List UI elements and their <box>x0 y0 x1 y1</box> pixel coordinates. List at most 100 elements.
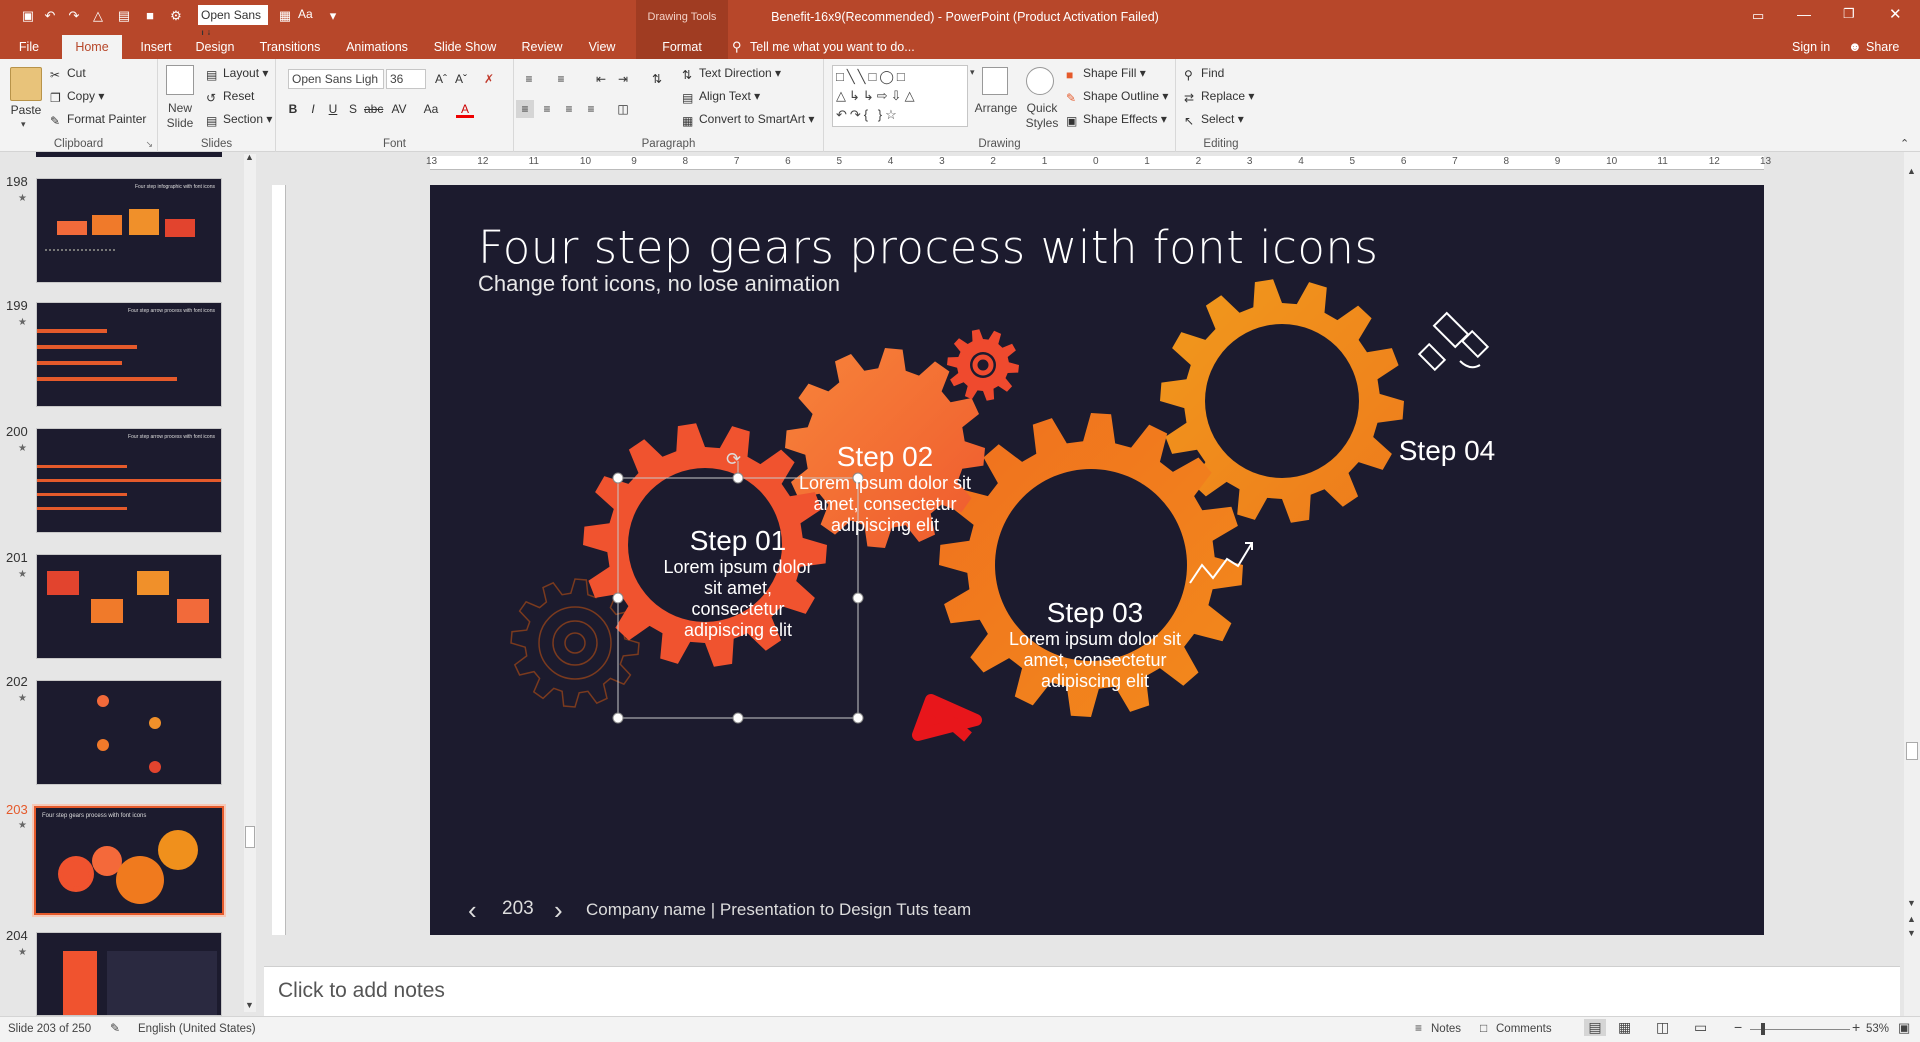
tab-transitions[interactable]: Transitions <box>252 35 328 59</box>
small-gear[interactable] <box>947 329 1019 401</box>
new-slide-icon[interactable] <box>166 65 194 95</box>
editor-scrollbar[interactable]: ▲ ▼ ▲ ▼ <box>1904 152 1920 1016</box>
reset-button[interactable]: ↺ Reset <box>206 86 254 106</box>
quick-styles-button-line2[interactable]: Styles <box>1020 116 1064 130</box>
quick-styles-button[interactable]: Quick <box>1020 101 1064 115</box>
align-center-icon[interactable]: ≡ <box>538 100 556 118</box>
scroll-up-icon[interactable]: ▲ <box>1907 166 1916 176</box>
shapes-icon[interactable]: △ <box>90 8 106 24</box>
bold-icon[interactable]: B <box>284 100 302 118</box>
step-02-text[interactable]: Step 02 Lorem ipsum dolor sit amet, cons… <box>760 441 1010 536</box>
zoom-slider-thumb[interactable] <box>1761 1023 1765 1035</box>
thumbnail-slide-203[interactable]: Four step gears process with font icons <box>34 806 224 915</box>
share-button[interactable]: Share <box>1866 40 1899 54</box>
step-04-title[interactable]: Step 04 <box>1362 435 1532 467</box>
shapes-gallery[interactable]: □╲╲□◯□ △↳↳⇨⇩△ ↶↷{ }☆ <box>832 65 968 127</box>
layout-button[interactable]: ▤ Layout ▾ <box>206 63 268 83</box>
step-01-text[interactable]: Step 01 Lorem ipsum dolor sit amet, cons… <box>628 525 848 641</box>
slide-sorter-icon[interactable]: ▦ <box>1618 1019 1631 1036</box>
char-spacing-icon[interactable]: AV <box>390 100 408 118</box>
normal-view-icon[interactable]: ▤ <box>1584 1019 1606 1036</box>
line-spacing-icon[interactable]: ⇅ <box>648 70 666 88</box>
tab-animations[interactable]: Animations <box>338 35 416 59</box>
maximize-icon[interactable]: ❐ <box>1843 6 1855 22</box>
next-slide-icon[interactable]: ▼ <box>1907 928 1916 938</box>
select-button[interactable]: ↖ Select ▾ <box>1184 109 1244 129</box>
decrease-indent-icon[interactable]: ⇤ <box>592 70 610 88</box>
zoom-level[interactable]: 53% <box>1866 1023 1889 1035</box>
smartart-button[interactable]: ▦ Convert to SmartArt ▾ <box>682 109 814 129</box>
paste-dropdown-icon[interactable]: ▾ <box>21 119 26 130</box>
new-slide-button[interactable]: New <box>160 101 200 115</box>
tab-design[interactable]: Design <box>190 35 240 59</box>
zoom-out-icon[interactable]: − <box>1734 1019 1742 1035</box>
font-size-box[interactable]: 36 <box>386 69 426 89</box>
tab-view[interactable]: View <box>580 35 624 59</box>
notes-toggle[interactable]: Notes <box>1431 1023 1461 1035</box>
customize-qat-icon[interactable]: ▾ <box>325 8 341 24</box>
shape-outline-button[interactable]: ✎ Shape Outline ▾ <box>1066 86 1168 106</box>
qat-font-name[interactable]: Open Sans Li <box>198 5 268 42</box>
slideshow-icon[interactable]: ▭ <box>1694 1019 1707 1036</box>
copy-button[interactable]: ❐ Copy ▾ <box>50 86 104 106</box>
tab-home[interactable]: Home <box>62 35 122 59</box>
underline-icon[interactable]: U <box>324 100 342 118</box>
font-color-icon[interactable]: A <box>456 100 474 118</box>
tab-format[interactable]: Format <box>636 35 728 59</box>
comments-toggle[interactable]: Comments <box>1496 1023 1552 1035</box>
reading-view-icon[interactable]: ◫ <box>1656 1019 1669 1036</box>
slide-counter[interactable]: Slide 203 of 250 <box>8 1023 91 1035</box>
increase-indent-icon[interactable]: ⇥ <box>614 70 632 88</box>
clipboard-launcher-icon[interactable]: ↘ <box>145 139 153 150</box>
text-direction-button[interactable]: ⇅ Text Direction ▾ <box>682 63 781 83</box>
replace-button[interactable]: ⇄ Replace ▾ <box>1184 86 1254 106</box>
shape-fill-button[interactable]: ■ Shape Fill ▾ <box>1066 63 1146 83</box>
numbering-icon[interactable]: ≡ <box>552 70 570 88</box>
arrange-button[interactable]: Arrange <box>974 101 1018 115</box>
align-left-icon[interactable]: ≡ <box>516 100 534 118</box>
tell-me-box[interactable]: Tell me what you want to do... <box>750 40 915 54</box>
thumbnail-scrollbar[interactable]: ▲ ▼ <box>244 152 256 1012</box>
paste-button[interactable]: Paste <box>6 103 46 117</box>
thumbnail-slide-204[interactable] <box>36 932 222 1016</box>
scroll-thumb[interactable] <box>245 826 255 848</box>
sign-in-link[interactable]: Sign in <box>1792 40 1830 54</box>
slide-canvas[interactable]: Four step gears process with font icons … <box>430 185 1764 935</box>
change-case-icon[interactable]: Aa <box>422 100 440 118</box>
textbox-icon[interactable]: ▤ <box>116 8 132 24</box>
format-icon[interactable]: ⚙ <box>168 8 184 24</box>
bullets-icon[interactable]: ≡ <box>520 70 538 88</box>
font-name-box[interactable]: Open Sans Ligh <box>288 69 384 89</box>
scroll-down-icon[interactable]: ▼ <box>245 1000 254 1010</box>
tab-insert[interactable]: Insert <box>132 35 180 59</box>
save-icon[interactable]: ▣ <box>20 8 36 24</box>
ribbon-display-icon[interactable]: ▭ <box>1752 8 1764 24</box>
gallery-more-icon[interactable]: ▾ <box>970 67 975 78</box>
format-painter-button[interactable]: ✎ Format Painter <box>50 109 146 129</box>
new-slide-button-line2[interactable]: Slide <box>160 116 200 130</box>
grow-font-icon[interactable]: Aˆ <box>432 70 450 88</box>
thumbnail-slide-198[interactable]: Four step infographic with font icons <box>36 178 222 283</box>
undo-icon[interactable]: ↶ <box>42 8 58 24</box>
redo-icon[interactable]: ↷ <box>66 8 82 24</box>
clear-format-icon[interactable]: ✗ <box>480 70 498 88</box>
grid-icon[interactable]: ▦ <box>277 8 293 24</box>
italic-icon[interactable]: I <box>304 100 322 118</box>
arrange-icon[interactable] <box>982 67 1008 95</box>
zoom-slider[interactable] <box>1750 1029 1850 1030</box>
align-right-icon[interactable]: ≡ <box>560 100 578 118</box>
tab-review[interactable]: Review <box>514 35 570 59</box>
qat-font-size[interactable]: Aa <box>298 7 313 21</box>
proofing-icon[interactable]: ✎ <box>110 1021 120 1035</box>
thumbnail-slide-199[interactable]: Four step arrow process with font icons <box>36 302 222 407</box>
thumbnail-slide-201[interactable] <box>36 554 222 659</box>
shape-effects-button[interactable]: ▣ Shape Effects ▾ <box>1066 109 1167 129</box>
columns-icon[interactable]: ◫ <box>614 100 632 118</box>
prev-slide-icon[interactable]: ▲ <box>1907 914 1916 924</box>
tab-file[interactable]: File <box>12 35 46 59</box>
thumbnail-slide-202[interactable] <box>36 680 222 785</box>
thumbnail-slide-200[interactable]: Four step arrow process with font icons <box>36 428 222 533</box>
quick-styles-icon[interactable] <box>1026 67 1054 95</box>
shrink-font-icon[interactable]: Aˇ <box>452 70 470 88</box>
paste-icon[interactable] <box>10 67 42 101</box>
